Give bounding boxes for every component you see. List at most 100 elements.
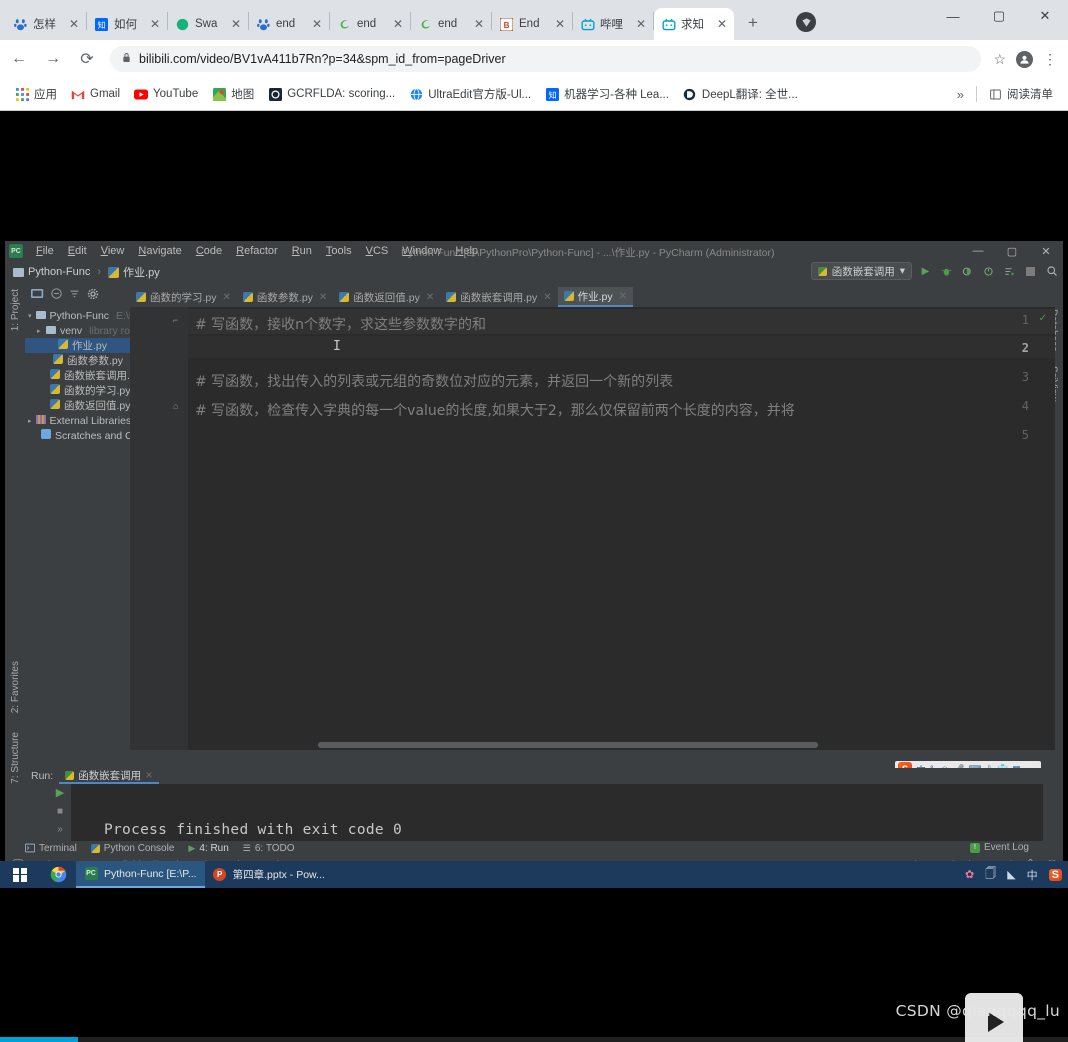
taskbar-app-2[interactable]: P第四章.pptx - Pow... (205, 861, 333, 888)
project-view-icon[interactable] (31, 288, 44, 302)
bookmark-item-5[interactable]: GCRFLDA: scoring... (261, 84, 402, 104)
project-tree-item-6[interactable]: 函数的学习.py (25, 383, 130, 398)
battery-icon[interactable]: 🗍 (985, 865, 996, 884)
menu-view[interactable]: View (94, 245, 132, 257)
browser-tab-4[interactable]: end✕ (249, 8, 329, 40)
tab-close-icon[interactable]: ✕ (312, 18, 322, 30)
bookmark-item-8[interactable]: DeepL翻译: 全世... (676, 83, 805, 105)
new-tab-button[interactable]: + (740, 10, 766, 36)
rerun-icon[interactable]: ▶ (56, 786, 64, 799)
browser-tab-6[interactable]: end✕ (411, 8, 491, 40)
tab-close-icon[interactable]: ✕ (231, 18, 241, 30)
chrome-menu-icon[interactable]: ⋮ (1043, 51, 1057, 68)
editor-tab-3[interactable]: 函数返回值.py✕ (333, 287, 440, 307)
sort-icon[interactable] (69, 288, 80, 302)
back-icon[interactable]: ← (8, 48, 30, 70)
bottom-tool-todo[interactable]: ☰ 6: TODO (243, 843, 295, 854)
sogou-tray-icon[interactable]: S (1049, 869, 1062, 881)
browser-minimize-button[interactable]: — (930, 0, 976, 32)
stop-icon[interactable]: ■ (57, 806, 63, 817)
tree-expand-arrow[interactable]: ▸ (37, 327, 42, 335)
menu-tools[interactable]: Tools (319, 245, 359, 257)
bottom-tool-run[interactable]: ▶ 4: Run (188, 843, 228, 854)
project-tree-item-2[interactable]: ▸venvlibrary ro (25, 323, 130, 338)
browser-tab-3[interactable]: Swa✕ (168, 8, 248, 40)
editor-tab-1[interactable]: 函数的学习.py✕ (130, 287, 237, 307)
run-icon[interactable]: ▶ (918, 264, 933, 279)
tool-window-project[interactable]: 1: Project (10, 289, 21, 331)
profile-icon[interactable] (981, 264, 996, 279)
coverage-icon[interactable] (960, 264, 975, 279)
tab-close-icon[interactable]: ✕ (69, 18, 79, 30)
tool-window-favorites[interactable]: 2: Favorites (10, 661, 21, 713)
run-with-icon[interactable] (1002, 264, 1017, 279)
start-button[interactable] (0, 861, 40, 888)
pycharm-close-button[interactable]: ✕ (1029, 241, 1063, 261)
code-fold-marker-1[interactable]: ⌐ (173, 315, 178, 325)
code-editor[interactable]: 1⌐# 写函数，接收n个数字，求这些参数数字的和23# 写函数，找出传入的列表或… (130, 307, 1055, 750)
bookmark-item-2[interactable]: Gmail (64, 84, 127, 104)
editor-tab-close-icon[interactable]: ✕ (319, 292, 327, 303)
browser-close-button[interactable]: ✕ (1022, 0, 1068, 32)
editor-tab-5[interactable]: 作业.py✕ (558, 287, 633, 307)
run-configuration-selector[interactable]: 函数嵌套调用 ▾ (811, 262, 912, 280)
project-tree-item-1[interactable]: ▾Python-FuncE:\P (25, 308, 130, 323)
browser-tab-5[interactable]: end✕ (330, 8, 410, 40)
project-tree-item-5[interactable]: 函数嵌套调用.py (25, 368, 130, 383)
chrome-taskbar-icon[interactable] (40, 861, 76, 888)
more-actions-icon[interactable]: » (57, 824, 63, 835)
address-bar[interactable]: bilibili.com/video/BV1vA411b7Rn?p=34&spm… (110, 46, 981, 72)
menu-file[interactable]: File (29, 245, 61, 257)
tab-close-icon[interactable]: ✕ (393, 18, 403, 30)
browser-tab-2[interactable]: 知如何✕ (87, 8, 167, 40)
bookmark-item-7[interactable]: 知机器学习-各种 Lea... (538, 83, 676, 105)
bookmark-item-3[interactable]: YouTube (127, 84, 205, 104)
collapse-all-icon[interactable] (51, 288, 62, 302)
pycharm-minimize-button[interactable]: — (961, 241, 995, 261)
tab-close-icon[interactable]: ✕ (150, 18, 160, 30)
menu-run[interactable]: Run (285, 245, 319, 257)
browser-tab-7[interactable]: BEnd✕ (492, 8, 572, 40)
event-log-button[interactable]: ! Event Log (970, 842, 1029, 853)
inspection-status-badge[interactable]: ✓ (1039, 313, 1047, 324)
menu-code[interactable]: Code (189, 245, 229, 257)
code-fold-marker-4[interactable]: ⌂ (173, 401, 178, 411)
bookmarks-overflow-icon[interactable]: » (949, 87, 972, 102)
bookmark-item-1[interactable]: 应用 (8, 83, 64, 105)
network-icon[interactable]: ◣ (1007, 868, 1015, 881)
forward-icon[interactable]: → (42, 48, 64, 70)
run-session-close-icon[interactable]: ✕ (145, 770, 153, 781)
profile-avatar-icon[interactable] (796, 12, 816, 32)
editor-gutter[interactable] (130, 307, 188, 750)
project-tree-item-7[interactable]: 函数返回值.py (25, 398, 130, 413)
debug-icon[interactable] (939, 264, 954, 279)
editor-tab-2[interactable]: 函数参数.py✕ (237, 287, 333, 307)
breadcrumb-file[interactable]: 作业.py (123, 264, 160, 280)
flower-icon[interactable]: ✿ (965, 868, 974, 881)
tab-close-icon[interactable]: ✕ (555, 18, 565, 30)
browser-maximize-button[interactable]: ▢ (976, 0, 1022, 32)
reading-list-button[interactable]: 阅读清单 (981, 83, 1060, 105)
tree-expand-arrow[interactable]: ▾ (28, 312, 32, 320)
editor-tab-close-icon[interactable]: ✕ (619, 291, 627, 302)
bottom-tool-python-console[interactable]: Python Console (91, 843, 175, 854)
project-tree-item-3[interactable]: 作业.py (25, 338, 130, 353)
bookmark-item-6[interactable]: UltraEdit官方版-Ul... (402, 83, 538, 105)
project-tree-item-9[interactable]: Scratches and Cor (25, 428, 130, 443)
pycharm-maximize-button[interactable]: ▢ (995, 241, 1029, 261)
editor-tab-close-icon[interactable]: ✕ (223, 292, 231, 303)
editor-tab-4[interactable]: 函数嵌套调用.py✕ (440, 287, 557, 307)
editor-tab-close-icon[interactable]: ✕ (543, 292, 551, 303)
bottom-tool-terminal[interactable]: Terminal (25, 843, 77, 854)
editor-tab-close-icon[interactable]: ✕ (426, 292, 434, 303)
browser-tab-9[interactable]: 求知✕ (654, 8, 734, 40)
bookmark-star-icon[interactable]: ☆ (993, 51, 1006, 68)
bookmark-item-4[interactable]: 地图 (205, 83, 261, 105)
tree-expand-arrow[interactable]: ▸ (28, 417, 32, 425)
tab-close-icon[interactable]: ✕ (474, 18, 484, 30)
taskbar-app-1[interactable]: PCPython-Func [E:\P... (76, 861, 205, 888)
run-console[interactable]: Process finished with exit code 0 (71, 784, 1043, 843)
tab-close-icon[interactable]: ✕ (717, 18, 727, 30)
account-avatar-icon[interactable] (1016, 51, 1033, 68)
editor-hscroll-thumb[interactable] (318, 742, 818, 748)
